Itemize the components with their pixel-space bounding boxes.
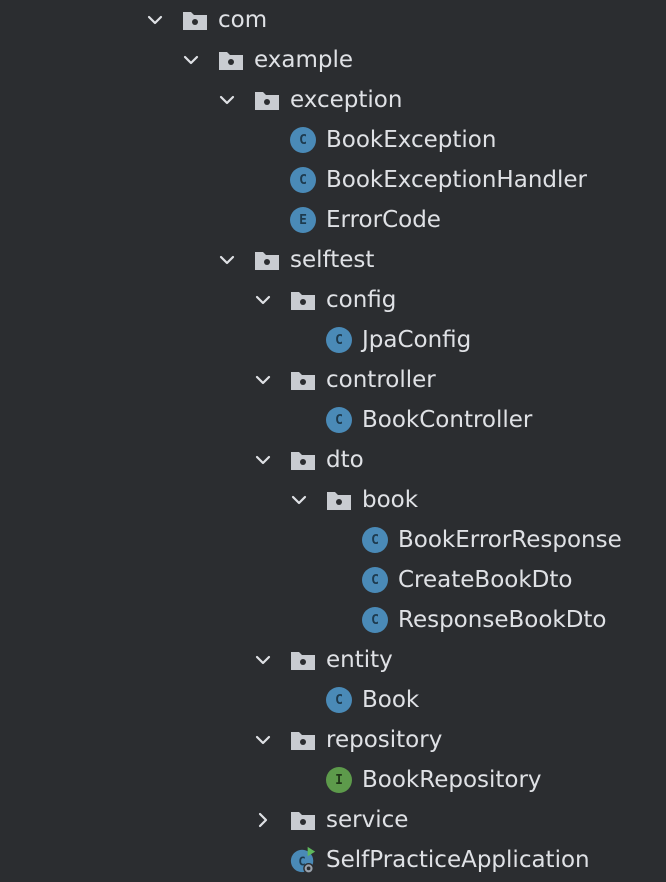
chevron-down-icon[interactable] (215, 88, 239, 112)
package-folder-icon (289, 286, 317, 314)
tree-node-label: controller (326, 367, 436, 393)
class-icon: C (289, 126, 317, 154)
class-icon: C (325, 686, 353, 714)
tree-node-example[interactable]: example (0, 40, 666, 80)
tree-node-createbookdto[interactable]: C CreateBookDto (0, 560, 666, 600)
project-tree: com example exception C BookException C … (0, 0, 666, 882)
tree-node-repository[interactable]: repository (0, 720, 666, 760)
chevron-down-icon[interactable] (251, 728, 275, 752)
tree-node-bookcontroller[interactable]: C BookController (0, 400, 666, 440)
tree-node-label: BookExceptionHandler (326, 167, 587, 193)
tree-node-com[interactable]: com (0, 0, 666, 40)
tree-node-label: SelfPracticeApplication (326, 847, 590, 873)
chevron-right-icon[interactable] (251, 808, 275, 832)
chevron-down-icon[interactable] (251, 448, 275, 472)
package-folder-icon (289, 366, 317, 394)
chevron-down-icon[interactable] (143, 8, 167, 32)
tree-node-bookexception[interactable]: C BookException (0, 120, 666, 160)
tree-node-label: BookErrorResponse (398, 527, 622, 553)
tree-node-label: ErrorCode (326, 207, 441, 233)
tree-node-bookrepository[interactable]: I BookRepository (0, 760, 666, 800)
tree-node-label: CreateBookDto (398, 567, 573, 593)
chevron-down-icon[interactable] (215, 248, 239, 272)
tree-node-config[interactable]: config (0, 280, 666, 320)
package-folder-icon (289, 646, 317, 674)
tree-node-dto[interactable]: dto (0, 440, 666, 480)
tree-node-label: ResponseBookDto (398, 607, 607, 633)
application-class-icon: C (289, 846, 317, 874)
chevron-down-icon[interactable] (179, 48, 203, 72)
tree-node-label: selftest (290, 247, 375, 273)
tree-node-book-package[interactable]: book (0, 480, 666, 520)
tree-node-label: BookException (326, 127, 497, 153)
tree-node-service[interactable]: service (0, 800, 666, 840)
class-icon: C (289, 166, 317, 194)
chevron-down-icon[interactable] (251, 368, 275, 392)
class-icon: C (361, 606, 389, 634)
package-folder-icon (181, 6, 209, 34)
chevron-down-icon[interactable] (251, 648, 275, 672)
package-folder-icon (325, 486, 353, 514)
package-folder-icon (289, 726, 317, 754)
tree-node-responsebookdto[interactable]: C ResponseBookDto (0, 600, 666, 640)
tree-node-label: BookController (362, 407, 533, 433)
tree-node-exception[interactable]: exception (0, 80, 666, 120)
package-folder-icon (289, 806, 317, 834)
tree-node-selftest[interactable]: selftest (0, 240, 666, 280)
tree-node-label: entity (326, 647, 393, 673)
chevron-down-icon[interactable] (287, 488, 311, 512)
enum-icon: E (289, 206, 317, 234)
tree-node-label: repository (326, 727, 443, 753)
tree-node-label: config (326, 287, 397, 313)
package-folder-icon (289, 446, 317, 474)
tree-node-book-class[interactable]: C Book (0, 680, 666, 720)
tree-node-label: Book (362, 687, 420, 713)
package-folder-icon (253, 246, 281, 274)
tree-node-label: book (362, 487, 419, 513)
tree-node-selfpracticeapplication[interactable]: C SelfPracticeApplication (0, 840, 666, 880)
tree-node-label: JpaConfig (362, 327, 472, 353)
tree-node-label: BookRepository (362, 767, 542, 793)
tree-node-label: exception (290, 87, 403, 113)
tree-node-label: com (218, 7, 268, 33)
chevron-down-icon[interactable] (251, 288, 275, 312)
package-folder-icon (253, 86, 281, 114)
tree-node-controller[interactable]: controller (0, 360, 666, 400)
tree-node-label: example (254, 47, 353, 73)
tree-node-jpaconfig[interactable]: C JpaConfig (0, 320, 666, 360)
class-icon: C (361, 526, 389, 554)
package-folder-icon (217, 46, 245, 74)
class-icon: C (325, 406, 353, 434)
class-icon: C (361, 566, 389, 594)
interface-icon: I (325, 766, 353, 794)
tree-node-label: dto (326, 447, 364, 473)
tree-node-errorcode[interactable]: E ErrorCode (0, 200, 666, 240)
class-icon: C (325, 326, 353, 354)
tree-node-label: service (326, 807, 409, 833)
tree-node-entity[interactable]: entity (0, 640, 666, 680)
tree-node-bookexceptionhandler[interactable]: C BookExceptionHandler (0, 160, 666, 200)
tree-node-bookerrorresponse[interactable]: C BookErrorResponse (0, 520, 666, 560)
